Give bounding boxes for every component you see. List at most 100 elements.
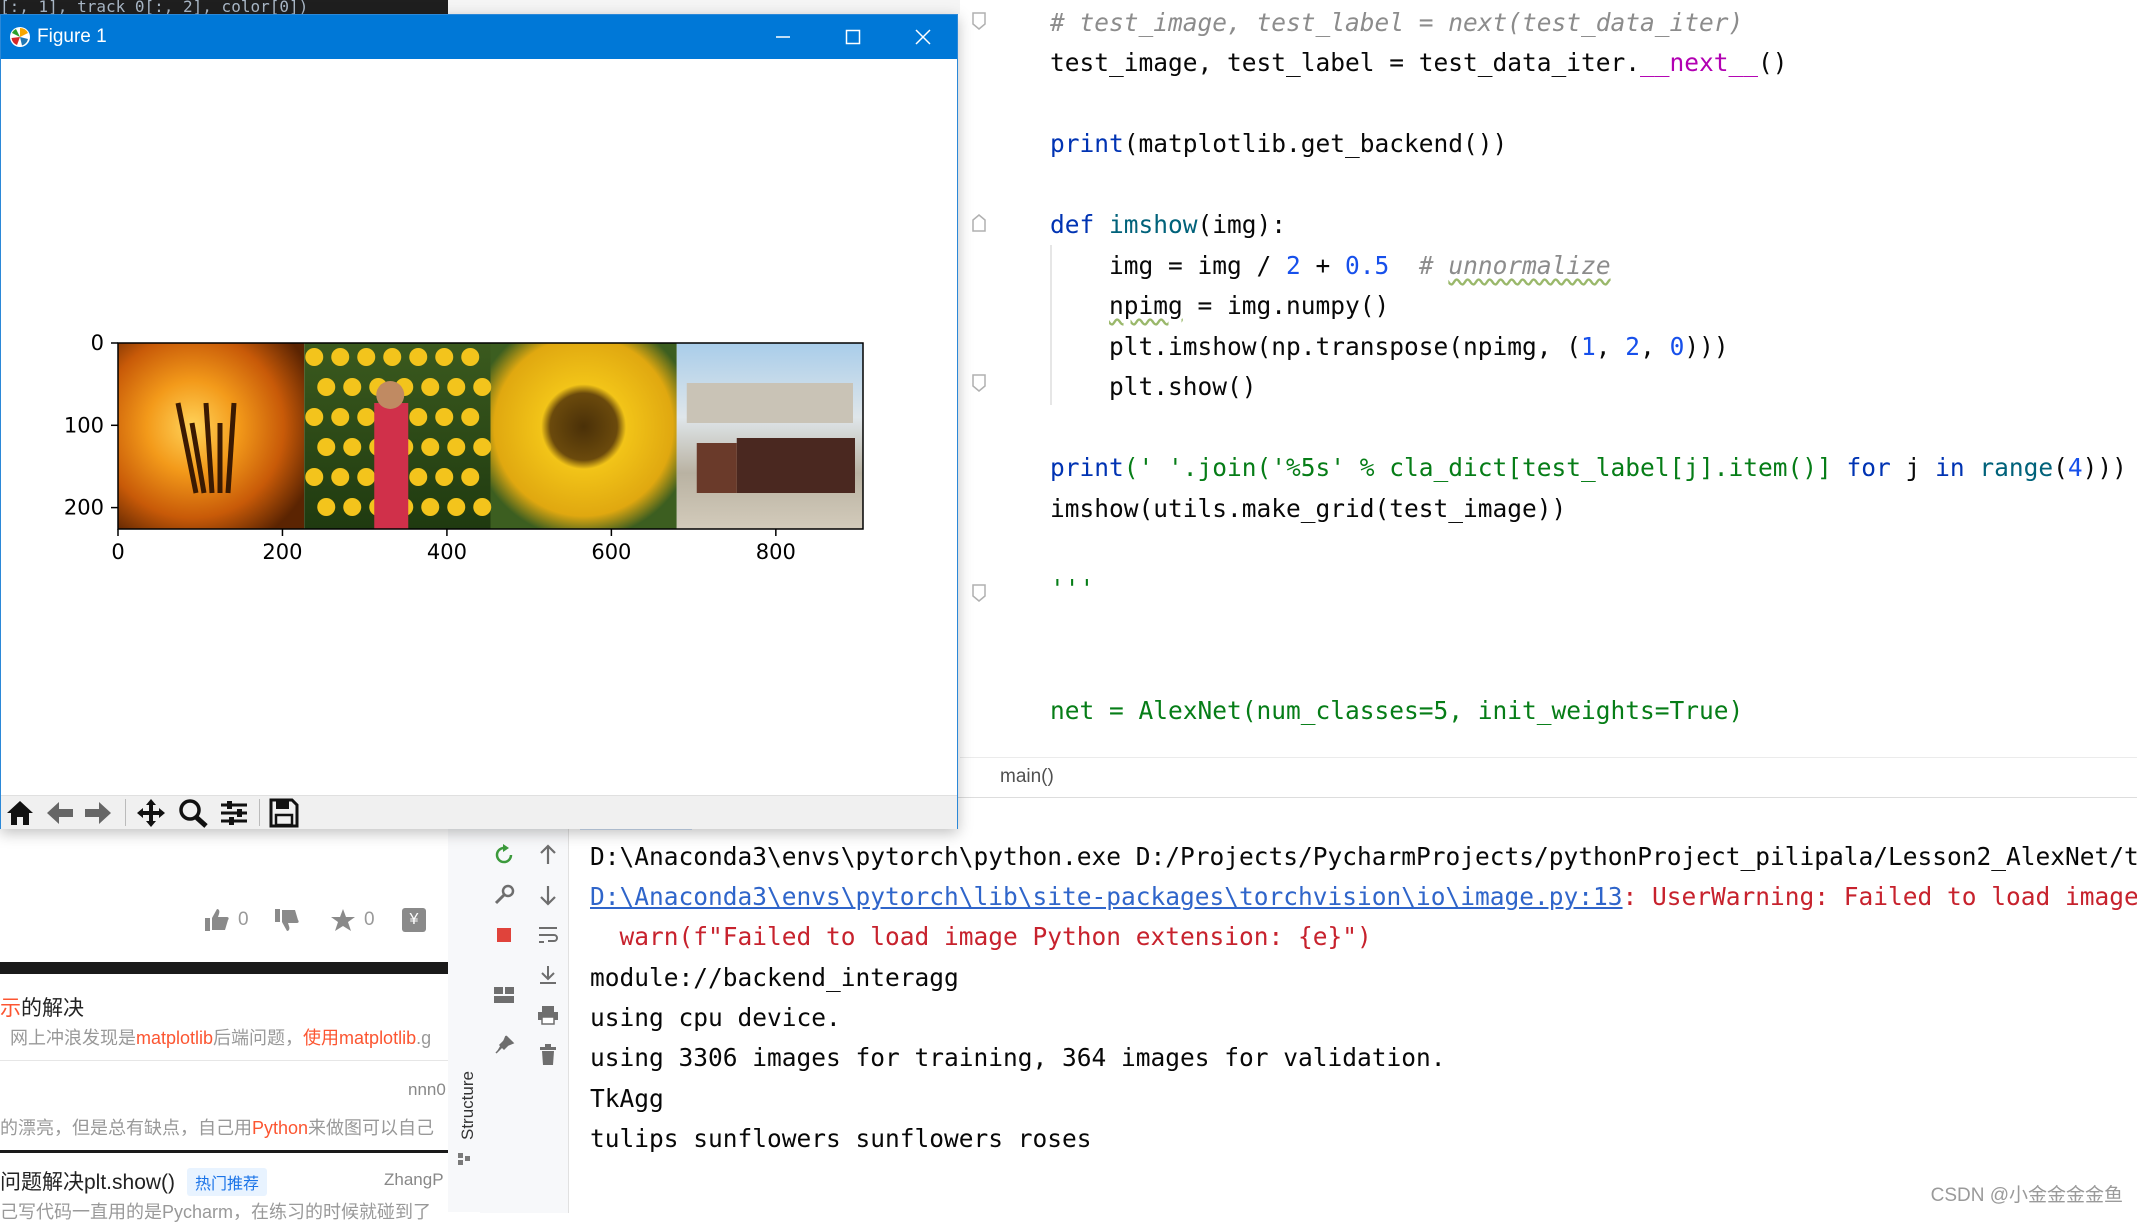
trash-icon[interactable] — [533, 1040, 563, 1070]
editor-gutter — [960, 0, 1000, 757]
home-icon — [7, 800, 33, 825]
console-line: D:\Anaconda3\envs\pytorch\lib\site-packa… — [590, 882, 2137, 911]
x-tick-label: 400 — [427, 540, 467, 564]
field-sunflower — [331, 468, 350, 486]
image-plot: 0 200 400 600 800 0 100 200 — [64, 331, 864, 564]
structure-icon — [458, 1152, 470, 1165]
run-tool-window: D:\Anaconda3\envs\pytorch\python.exe D:/… — [480, 797, 2137, 1213]
field-sunflower — [461, 408, 480, 426]
field-sunflower — [473, 378, 492, 396]
console-line: D:\Anaconda3\envs\pytorch\python.exe D:/… — [590, 842, 2137, 871]
field-sunflower — [357, 408, 376, 426]
field-sunflower — [421, 498, 440, 516]
console-line: using cpu device. — [590, 1003, 841, 1032]
x-tick-label: 800 — [756, 540, 796, 564]
run-toolbar — [480, 798, 569, 1213]
console-line: TkAgg — [590, 1084, 664, 1113]
back-button[interactable] — [45, 796, 75, 829]
y-tick-label: 0 — [91, 331, 104, 355]
fold-marker-icon[interactable] — [972, 584, 986, 602]
field-sunflower — [305, 468, 324, 486]
print-icon[interactable] — [533, 1000, 563, 1030]
rerun-icon[interactable] — [489, 840, 519, 870]
field-sunflower — [435, 468, 454, 486]
console-link[interactable]: D:\Anaconda3\envs\pytorch\lib\site-packa… — [590, 882, 1623, 911]
plot-area[interactable]: 0 200 400 600 800 0 100 200 — [1, 59, 957, 795]
save-button[interactable] — [269, 796, 299, 829]
arrow-up-icon[interactable] — [533, 840, 563, 870]
code-line: net = AlexNet(num_classes=5, init_weight… — [1050, 696, 1744, 725]
toolbar-separator — [125, 799, 126, 826]
structure-tab[interactable]: Structure — [458, 1071, 478, 1140]
breadcrumb-item[interactable]: main() — [1000, 766, 1054, 788]
back-icon — [47, 801, 73, 824]
close-icon — [915, 29, 931, 45]
minimize-button[interactable] — [748, 15, 818, 59]
x-tick-label: 600 — [591, 540, 631, 564]
image-tile-sunflowers — [490, 343, 677, 529]
code-line: npimg = img.numpy() — [1109, 291, 1390, 320]
fold-marker-icon[interactable] — [972, 374, 986, 392]
article-title[interactable]: 示的解决 — [0, 992, 448, 1022]
field-sunflower — [331, 408, 350, 426]
x-tick-label: 200 — [262, 540, 302, 564]
article-author[interactable]: nnn0 — [408, 1080, 448, 1100]
field-sunflower — [473, 498, 492, 516]
layout-icon[interactable] — [489, 980, 519, 1010]
breadcrumb[interactable]: main() — [960, 757, 2137, 798]
matplotlib-logo-icon — [9, 26, 31, 53]
field-sunflower — [343, 498, 362, 516]
image-tile-roses — [676, 343, 863, 529]
maximize-button[interactable] — [818, 15, 888, 59]
thumbs-down-icon — [275, 909, 299, 931]
hot-tag: 热门推荐 — [187, 1168, 268, 1196]
article-title[interactable]: 问题解决plt.show() 热门推荐 — [0, 1166, 448, 1196]
console-line: module://backend_interagg — [590, 963, 959, 992]
figure-title-bar[interactable]: Figure 1 — [1, 15, 957, 59]
y-tick-label: 100 — [64, 413, 104, 437]
pin-icon[interactable] — [489, 1030, 519, 1060]
field-sunflower — [409, 408, 428, 426]
background-panel-strip — [448, 0, 960, 14]
field-sunflower — [473, 438, 492, 456]
stop-icon[interactable] — [489, 920, 519, 950]
article-desc: 网上冲浪发现是matplotlib后端问题，使用matplotlib.g — [10, 1028, 432, 1048]
pan-icon — [137, 798, 165, 827]
code-line: print(matplotlib.get_backend()) — [1050, 129, 1508, 158]
fold-marker-icon[interactable] — [972, 214, 986, 232]
configure-button[interactable] — [219, 796, 249, 829]
home-button[interactable] — [5, 796, 35, 829]
thumbs-up-icon — [205, 909, 229, 931]
dislike-button[interactable] — [274, 908, 308, 932]
field-sunflower — [317, 498, 336, 516]
fold-marker-icon[interactable] — [972, 12, 986, 30]
forward-button[interactable] — [83, 796, 113, 829]
wrench-icon[interactable] — [489, 880, 519, 910]
close-button[interactable] — [888, 15, 958, 59]
tram-body — [736, 438, 855, 493]
field-sunflower — [343, 438, 362, 456]
background-code-snippet: [:, 1], track_0[:, 2], color[0]) — [0, 0, 448, 14]
favorite-button[interactable]: 0 — [330, 908, 375, 932]
divider — [0, 1060, 448, 1061]
x-tick-label: 0 — [111, 540, 124, 564]
pan-button[interactable] — [135, 796, 167, 829]
building-facade — [686, 383, 853, 423]
code-line: # test_image, test_label = next(test_dat… — [1050, 8, 1744, 37]
code-editor[interactable]: # test_image, test_label = next(test_dat… — [960, 0, 2137, 757]
article-author[interactable]: ZhangP — [384, 1170, 448, 1190]
code-line: imshow(utils.make_grid(test_image)) — [1050, 494, 1567, 523]
soft-wrap-icon[interactable] — [533, 920, 563, 950]
scroll-to-end-icon[interactable] — [533, 960, 563, 990]
configure-icon — [221, 800, 247, 825]
reward-button[interactable]: ¥ — [402, 908, 426, 932]
image-tile-tulips — [118, 343, 305, 529]
like-button[interactable]: 0 — [204, 908, 249, 932]
field-sunflower — [357, 348, 376, 366]
arrow-down-icon[interactable] — [533, 880, 563, 910]
field-sunflower — [305, 408, 324, 426]
figure-window[interactable]: Figure 1 0 200 400 600 800 0 100 200 — [0, 14, 958, 829]
zoom-button[interactable] — [177, 796, 209, 829]
minimize-icon — [776, 36, 790, 38]
field-sunflower — [447, 438, 466, 456]
